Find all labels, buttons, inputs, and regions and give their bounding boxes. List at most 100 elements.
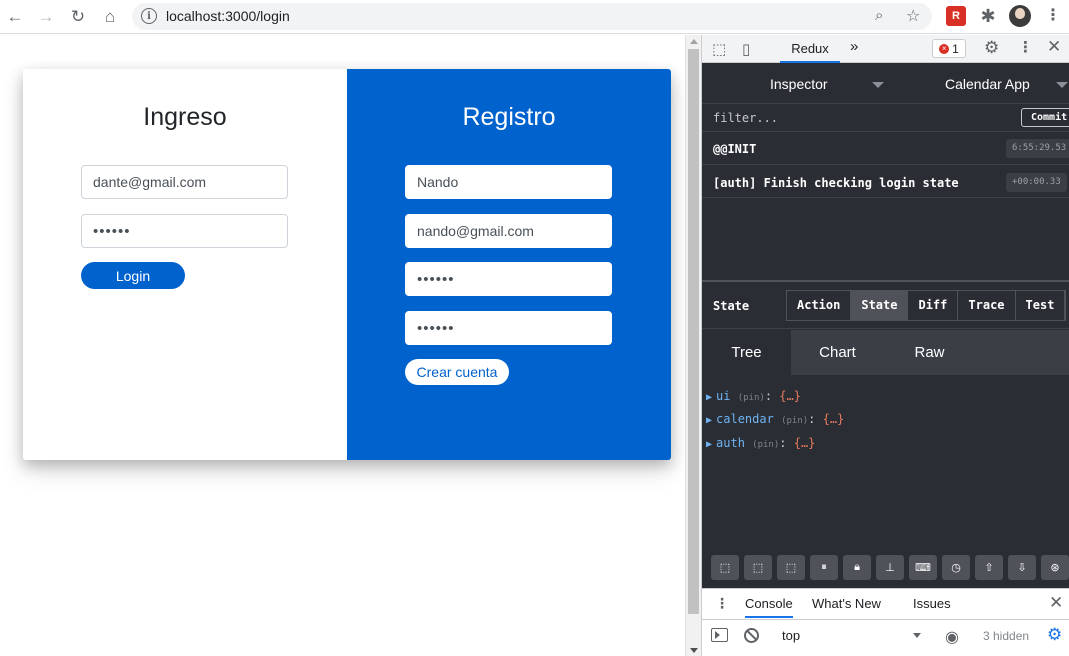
pin-label[interactable]: (pin) <box>738 393 765 403</box>
context-select[interactable]: top <box>782 628 800 643</box>
keyboard-icon[interactable]: ⌨ <box>909 555 937 580</box>
commit-button[interactable]: Commit <box>1021 108 1069 127</box>
timer-icon[interactable]: ◷ <box>942 555 970 580</box>
pin-label[interactable]: (pin) <box>752 440 779 450</box>
tree-node[interactable]: ▶ ui (pin): {…} <box>706 389 801 403</box>
register-password-field[interactable]: •••••• <box>405 262 612 296</box>
tab-chart[interactable]: Chart <box>793 330 882 375</box>
pin-icon[interactable]: ⊥ <box>876 555 904 580</box>
remote-connection-icon[interactable]: ⊛ <box>1041 555 1069 580</box>
more-tabs-icon[interactable]: » <box>850 38 858 55</box>
lock-icon[interactable]: 🔒︎ <box>843 555 871 580</box>
close-drawer-icon[interactable]: ✕ <box>1049 593 1063 613</box>
error-count: 1 <box>952 41 959 56</box>
menu-icon[interactable]: ⋮ <box>1043 6 1063 26</box>
zoom-icon[interactable]: ⌕ <box>875 7 883 24</box>
chevron-down-icon[interactable] <box>872 82 884 88</box>
scroll-down-arrow-icon[interactable] <box>690 648 698 653</box>
forward-arrow-icon[interactable]: → <box>35 6 57 28</box>
tab-diff[interactable]: Diff <box>908 291 959 320</box>
console-settings-gear-icon[interactable]: ⚙ <box>1047 625 1062 645</box>
register-password-confirm-field[interactable]: •••••• <box>405 311 612 345</box>
tab-console[interactable]: Console <box>745 589 793 618</box>
tree-value: {…} <box>779 389 801 403</box>
home-icon[interactable]: ⌂ <box>99 6 121 28</box>
info-icon[interactable]: i <box>141 8 157 24</box>
scroll-up-arrow-icon[interactable] <box>690 39 698 44</box>
show-sidebar-icon[interactable] <box>711 628 728 642</box>
error-count-badge[interactable]: × 1 <box>932 39 966 58</box>
tab-trace[interactable]: Trace <box>958 291 1016 320</box>
browser-toolbar: ← → ↻ ⌂ i localhost:3000/login ⌕ ☆ R ✱ ⋮ <box>0 0 1069 34</box>
action-time: +00:00.33 <box>1006 173 1067 192</box>
url-text[interactable]: localhost:3000/login <box>166 8 290 24</box>
state-label: State <box>713 299 750 313</box>
close-devtools-icon[interactable]: ✕ <box>1047 37 1061 57</box>
puzzle-icon[interactable]: ✱ <box>978 6 998 26</box>
page-scrollbar[interactable] <box>685 35 701 656</box>
action-list-space <box>702 198 1069 282</box>
extension-icon[interactable]: R <box>946 6 966 26</box>
tab-whats-new[interactable]: What's New <box>812 589 881 618</box>
log-monitor-window-icon[interactable]: ⬚ <box>711 555 739 580</box>
monitor-select[interactable]: Inspector <box>770 76 828 92</box>
scrollbar-thumb[interactable] <box>688 49 699 614</box>
login-form: Ingreso dante@gmail.com •••••• Login <box>23 69 347 460</box>
drawer-menu-icon[interactable]: ⋮ <box>715 595 729 612</box>
back-arrow-icon[interactable]: ← <box>4 6 26 28</box>
inspector-window-icon[interactable]: ⬚ <box>744 555 772 580</box>
instance-select[interactable]: Calendar App <box>945 76 1030 92</box>
tab-tree[interactable]: Tree <box>702 330 791 375</box>
devtools-panel: ⬚ ▯ Redux » × 1 ⚙ ⋮ ✕ Inspector Calendar… <box>701 35 1069 656</box>
upload-icon[interactable]: ⇧ <box>975 555 1003 580</box>
expand-arrow-icon[interactable]: ▶ <box>706 439 712 450</box>
address-bar[interactable]: i localhost:3000/login ⌕ ☆ <box>132 3 932 30</box>
action-name: [auth] Finish checking login state <box>713 176 959 190</box>
clear-console-icon[interactable] <box>744 628 759 643</box>
devtools-menu-icon[interactable]: ⋮ <box>1018 38 1033 56</box>
state-tree: ▶ ui (pin): {…} ▶ calendar (pin): {…} ▶ aut… <box>702 375 1069 550</box>
tab-test[interactable]: Test <box>1015 291 1066 320</box>
login-title: Ingreso <box>143 103 227 131</box>
filter-input[interactable]: filter... <box>713 111 778 125</box>
inspect-element-icon[interactable]: ⬚ <box>712 40 726 58</box>
tab-issues[interactable]: Issues <box>913 589 951 618</box>
expand-arrow-icon[interactable]: ▶ <box>706 415 712 426</box>
create-account-button[interactable]: Crear cuenta <box>405 359 509 385</box>
register-form: Registro Nando nando@gmail.com •••••• ••… <box>347 69 671 460</box>
chevron-down-icon[interactable] <box>913 633 921 638</box>
tab-action[interactable]: Action <box>787 291 852 320</box>
login-button[interactable]: Login <box>81 262 185 289</box>
register-name-field[interactable]: Nando <box>405 165 612 199</box>
state-header: State Action State Diff Trace Test <box>702 284 1069 329</box>
settings-gear-icon[interactable]: ⚙ <box>984 38 999 58</box>
tab-state[interactable]: State <box>851 291 909 320</box>
tab-redux[interactable]: Redux <box>780 35 840 63</box>
login-email-field[interactable]: dante@gmail.com <box>81 165 288 199</box>
expand-arrow-icon[interactable]: ▶ <box>706 392 712 403</box>
star-icon[interactable]: ☆ <box>906 6 920 26</box>
action-time: 6:55:29.53 <box>1006 139 1069 158</box>
profile-avatar[interactable] <box>1009 5 1031 27</box>
login-password-field[interactable]: •••••• <box>81 214 288 248</box>
action-list-item[interactable]: @@INIT 6:55:29.53 <box>702 133 1069 165</box>
tab-raw[interactable]: Raw <box>885 330 974 375</box>
register-email-field[interactable]: nando@gmail.com <box>405 214 612 248</box>
pause-icon[interactable]: ⏸ <box>810 555 838 580</box>
device-toolbar-icon[interactable]: ▯ <box>742 40 750 58</box>
action-list-item[interactable]: [auth] Finish checking login state +00:0… <box>702 166 1069 198</box>
tree-node[interactable]: ▶ auth (pin): {…} <box>706 436 815 450</box>
hidden-count[interactable]: 3 hidden <box>983 629 1029 643</box>
remote-window-icon[interactable]: ⬚ <box>777 555 805 580</box>
tree-node[interactable]: ▶ calendar (pin): {…} <box>706 412 844 426</box>
view-tabs: Tree Chart Raw <box>702 330 1069 375</box>
redux-header: Inspector Calendar App <box>702 64 1069 104</box>
download-icon[interactable]: ⇩ <box>1008 555 1036 580</box>
pin-label[interactable]: (pin) <box>781 416 808 426</box>
reload-icon[interactable]: ↻ <box>67 6 89 28</box>
chevron-down-icon[interactable] <box>1056 82 1068 88</box>
redux-footer-toolbar: ⬚ ⬚ ⬚ ⏸ 🔒︎ ⊥ ⌨ ◷ ⇧ ⇩ ⊛ <box>702 550 1069 587</box>
action-name: @@INIT <box>713 142 757 156</box>
tree-value: {…} <box>793 436 816 450</box>
eye-icon[interactable]: ◉ <box>945 627 959 647</box>
